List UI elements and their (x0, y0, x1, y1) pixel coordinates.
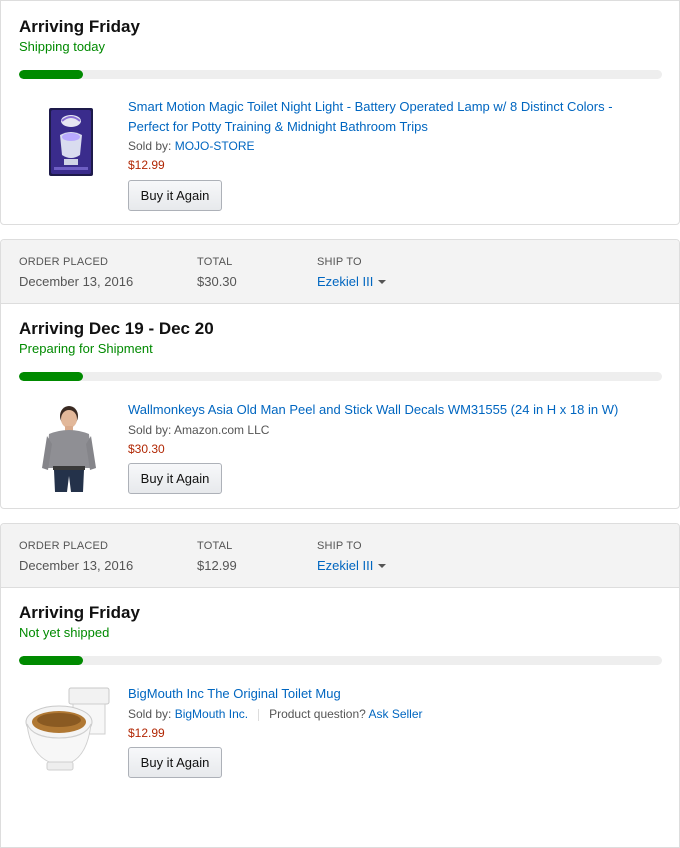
order-placed-date: December 13, 2016 (19, 558, 134, 573)
seller-name: Amazon.com LLC (174, 423, 270, 437)
ship-to-label: SHIP TO (317, 256, 362, 268)
progress-fill (19, 372, 84, 381)
sold-by: Sold by: BigMouth Inc. Product question? … (128, 706, 423, 722)
order-placed: ORDER PLACED December 13, 2016 (19, 255, 133, 291)
item-price: $12.99 (128, 726, 165, 740)
sold-by: Sold by: MOJO-STORE (128, 138, 254, 154)
sold-by-label: Sold by: (128, 423, 172, 437)
product-question-label: Product question? (269, 707, 366, 721)
order-total: TOTAL $30.30 (197, 255, 237, 291)
product-image[interactable] (39, 404, 99, 492)
order-total: TOTAL $12.99 (197, 539, 237, 575)
product-image[interactable] (48, 107, 94, 177)
progress-fill (19, 656, 84, 665)
shipment-status: Preparing for Shipment (19, 341, 153, 356)
ship-to: SHIP TO Ezekiel III (317, 539, 387, 575)
arrival-heading: Arriving Dec 19 - Dec 20 (19, 319, 214, 338)
order-card: ORDER PLACED December 13, 2016 TOTAL $30… (0, 239, 680, 509)
order-total-label: TOTAL (197, 540, 233, 552)
progress-track (19, 656, 662, 665)
ship-to-dropdown[interactable]: Ezekiel III (317, 557, 387, 575)
buy-it-again-button[interactable]: Buy it Again (128, 463, 222, 494)
order-total-label: TOTAL (197, 256, 233, 268)
order-placed: ORDER PLACED December 13, 2016 (19, 539, 133, 575)
sold-by: Sold by: Amazon.com LLC (128, 422, 269, 438)
progress-track (19, 372, 662, 381)
caret-down-icon[interactable] (378, 563, 387, 568)
order-header: ORDER PLACED December 13, 2016 TOTAL $12… (1, 524, 679, 588)
product-title-link[interactable]: BigMouth Inc The Original Toilet Mug (128, 684, 648, 704)
ship-to-name[interactable]: Ezekiel III (317, 558, 373, 573)
sold-by-label: Sold by: (128, 707, 172, 721)
buy-it-again-button[interactable]: Buy it Again (128, 180, 222, 211)
product-title-link[interactable]: Wallmonkeys Asia Old Man Peel and Stick … (128, 400, 648, 420)
ship-to-name[interactable]: Ezekiel III (317, 274, 373, 289)
order-placed-date: December 13, 2016 (19, 274, 134, 289)
shipment-status: Not yet shipped (19, 625, 110, 640)
caret-down-icon[interactable] (378, 279, 387, 284)
ship-to-label: SHIP TO (317, 540, 362, 552)
sold-by-label: Sold by: (128, 139, 172, 153)
ship-to-dropdown[interactable]: Ezekiel III (317, 273, 387, 291)
product-title-link[interactable]: Smart Motion Magic Toilet Night Light - … (128, 97, 648, 137)
item-price: $12.99 (128, 158, 165, 172)
order-total-value: $30.30 (197, 274, 237, 289)
product-image[interactable] (25, 684, 113, 774)
order-total-value: $12.99 (197, 558, 237, 573)
ship-to: SHIP TO Ezekiel III (317, 255, 387, 291)
seller-link[interactable]: MOJO-STORE (175, 139, 255, 153)
divider (258, 708, 260, 721)
shipment-status: Shipping today (19, 39, 106, 54)
progress-fill (19, 70, 84, 79)
order-card: ORDER PLACED December 13, 2016 TOTAL $12… (0, 523, 680, 848)
seller-link[interactable]: BigMouth Inc. (175, 707, 248, 721)
buy-it-again-button[interactable]: Buy it Again (128, 747, 222, 778)
progress-track (19, 70, 662, 79)
order-placed-label: ORDER PLACED (19, 256, 109, 268)
arrival-heading: Arriving Friday (19, 17, 140, 36)
ask-seller-link[interactable]: Ask Seller (368, 707, 422, 721)
shipment-card: Arriving Friday Shipping today Smart Mot… (0, 0, 680, 225)
order-header: ORDER PLACED December 13, 2016 TOTAL $30… (1, 240, 679, 304)
arrival-heading: Arriving Friday (19, 603, 140, 622)
order-placed-label: ORDER PLACED (19, 540, 109, 552)
item-price: $30.30 (128, 442, 165, 456)
